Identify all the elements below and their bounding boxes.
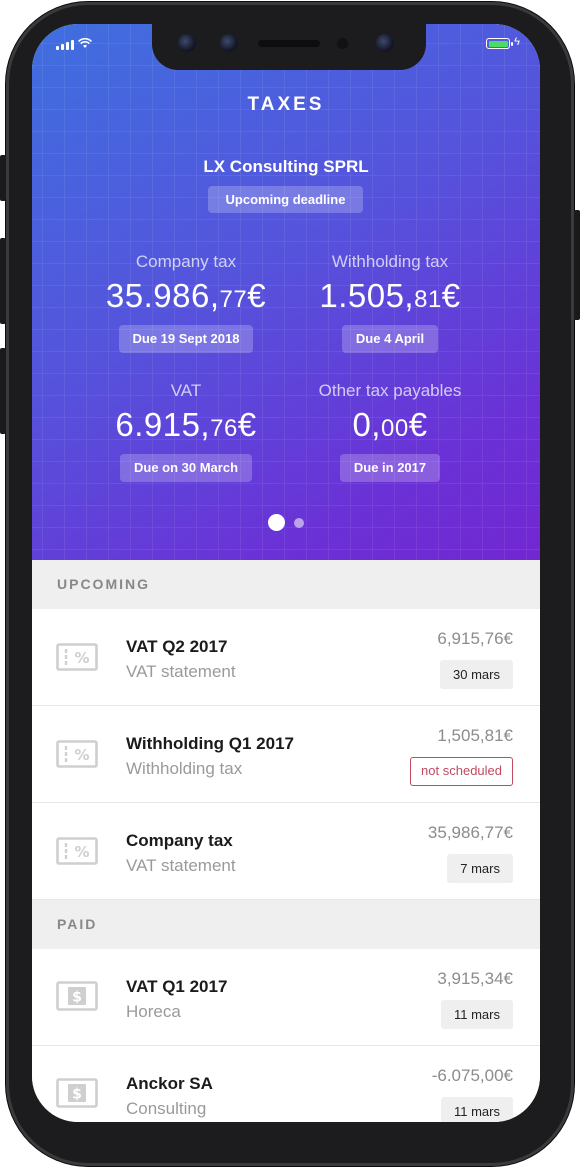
due-date-badge: Due 19 Sept 2018 xyxy=(118,325,254,353)
sensor-icon xyxy=(220,34,238,52)
item-title: VAT Q2 2017 xyxy=(126,637,228,656)
section-header-upcoming: UPCOMING xyxy=(32,560,540,609)
svg-text:%: % xyxy=(74,843,89,861)
svg-text:%: % xyxy=(74,649,89,667)
dollar-bill-icon: $ xyxy=(56,1078,98,1108)
earpiece-speaker xyxy=(258,40,320,47)
list-item[interactable]: % VAT Q2 2017 VAT statement 6,915,76€ 30… xyxy=(32,609,540,706)
withholding-tax-card[interactable]: Withholding tax 1.505,81€ Due 4 April xyxy=(270,252,510,353)
list-item[interactable]: % Withholding Q1 2017 Withholding tax 1,… xyxy=(32,706,540,803)
item-title: Company tax xyxy=(126,831,233,850)
tax-ticket-icon: % xyxy=(56,740,98,768)
volume-up-button xyxy=(0,238,6,324)
list-item[interactable]: % Company tax VAT statement 35,986,77€ 7… xyxy=(32,803,540,900)
other-tax-card[interactable]: Other tax payables 0,00€ Due in 2017 xyxy=(270,381,510,482)
app-screen: ϟ TAXES LX Consulting SPRL Upcoming dead… xyxy=(32,24,540,1122)
date-badge: 11 mars xyxy=(441,1000,513,1029)
due-date-badge: Due in 2017 xyxy=(339,454,441,482)
company-name: LX Consulting SPRL xyxy=(203,157,369,176)
signal-icon xyxy=(56,40,74,50)
tax-label: Other tax payables xyxy=(318,381,462,400)
item-subtitle: Horeca xyxy=(126,1002,181,1021)
face-id-camera-icon xyxy=(376,34,394,52)
due-date-badge: Due on 30 March xyxy=(119,454,253,482)
due-date-badge: Due 4 April xyxy=(341,325,439,353)
notch xyxy=(152,24,426,70)
item-amount: -6.075,00€ xyxy=(431,1066,513,1085)
battery-icon xyxy=(486,38,513,49)
item-title: Anckor SA xyxy=(126,1074,213,1093)
power-button xyxy=(574,210,580,320)
proximity-sensor xyxy=(337,38,348,49)
not-scheduled-badge: not scheduled xyxy=(410,757,513,786)
mute-switch xyxy=(0,155,6,201)
upcoming-deadline-badge: Upcoming deadline xyxy=(208,186,363,213)
item-subtitle: VAT statement xyxy=(126,856,236,875)
date-badge: 11 mars xyxy=(441,1097,513,1122)
tax-amount: 1.505,81€ xyxy=(319,277,461,314)
item-subtitle: Withholding tax xyxy=(126,759,243,778)
page-indicator[interactable] xyxy=(32,514,540,531)
taxes-header: ϟ TAXES LX Consulting SPRL Upcoming dead… xyxy=(32,24,540,560)
item-title: VAT Q1 2017 xyxy=(126,977,228,996)
item-subtitle: VAT statement xyxy=(126,662,236,681)
page-dot[interactable] xyxy=(294,517,304,528)
page-dot-active[interactable] xyxy=(268,514,285,531)
svg-text:$: $ xyxy=(72,1087,82,1103)
tax-label: Withholding tax xyxy=(331,252,449,271)
item-subtitle: Consulting xyxy=(126,1099,207,1118)
page-title: TAXES xyxy=(247,94,325,115)
item-amount: 6,915,76€ xyxy=(437,629,513,648)
svg-text:$: $ xyxy=(72,990,82,1006)
tax-ticket-icon: % xyxy=(56,837,98,865)
volume-down-button xyxy=(0,348,6,434)
list-item[interactable]: $ VAT Q1 2017 Horeca 3,915,34€ 11 mars xyxy=(32,949,540,1046)
dollar-bill-icon: $ xyxy=(56,981,98,1011)
charging-icon: ϟ xyxy=(514,36,520,48)
tax-amount: 0,00€ xyxy=(352,406,428,443)
front-camera-icon xyxy=(178,34,196,52)
svg-text:%: % xyxy=(74,746,89,764)
list-item[interactable]: $ Anckor SA Consulting -6.075,00€ 11 mar… xyxy=(32,1046,540,1122)
tax-list: UPCOMING % VAT Q2 2017 VAT statement 6,9… xyxy=(32,560,540,1122)
date-badge: 30 mars xyxy=(440,660,513,689)
item-title: Withholding Q1 2017 xyxy=(126,734,294,753)
section-header-paid: PAID xyxy=(32,900,540,949)
item-amount: 3,915,34€ xyxy=(437,969,513,988)
date-badge: 7 mars xyxy=(447,854,513,883)
item-amount: 1,505,81€ xyxy=(437,726,513,745)
wifi-icon xyxy=(78,38,92,48)
tax-ticket-icon: % xyxy=(56,643,98,671)
item-amount: 35,986,77€ xyxy=(427,823,513,842)
